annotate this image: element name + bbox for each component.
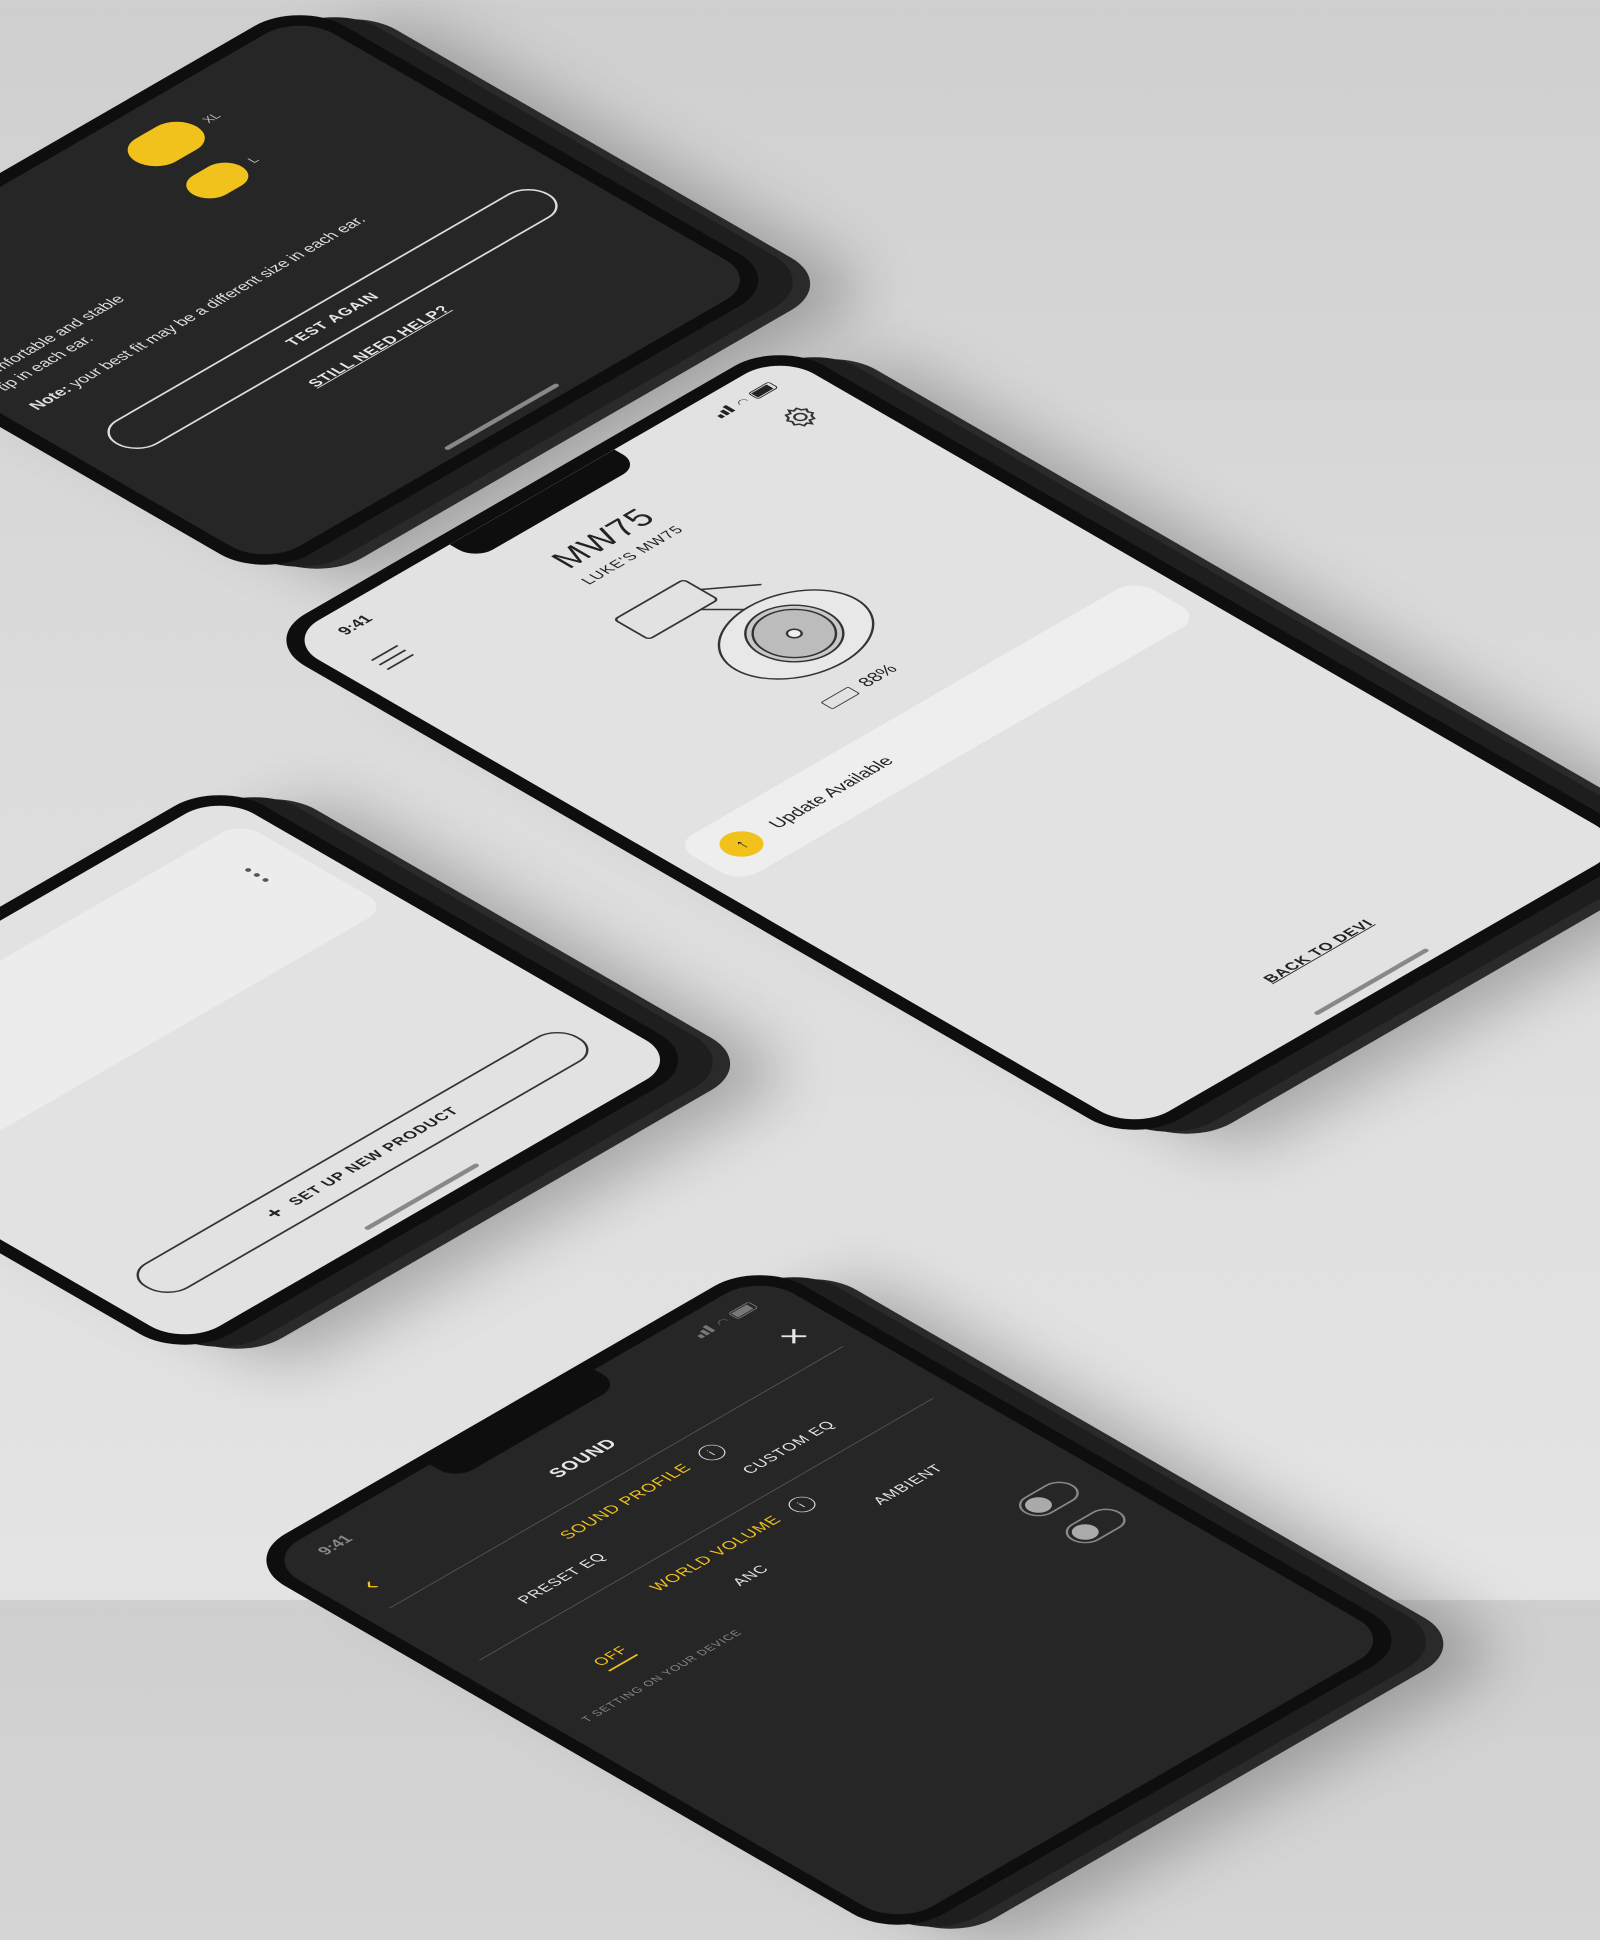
home-indicator [1313,947,1430,1016]
toggle-switch[interactable] [1057,1503,1134,1548]
toggle-switch[interactable] [1010,1476,1087,1521]
info-icon[interactable]: i [782,1493,821,1516]
upload-icon: ↑ [710,825,773,862]
update-label: Update Available [763,753,898,831]
battery-icon [819,686,860,710]
anc-options: OFF ANC AMBIENT [534,1430,1008,1703]
status-time: 9:41 [314,1532,357,1558]
divider [479,1397,934,1661]
info-icon[interactable]: i [692,1441,731,1464]
tip-size-xl: XL [199,110,224,125]
battery-percent: 88% [853,661,902,690]
plus-icon: + [258,1202,292,1223]
home-indicator [443,382,561,451]
wifi-icon: ◠ [732,395,754,409]
anc-option[interactable]: ANC [729,1563,779,1592]
off-option[interactable]: OFF [589,1643,639,1672]
wifi-icon: ◠ [712,1315,734,1329]
status-icons: ◠ [710,380,781,421]
tip-size-l: L [244,154,263,165]
signal-icon [690,1323,721,1341]
device-setting-note: T SETTING ON YOUR DEVICE [579,1628,746,1724]
more-options-icon[interactable] [243,867,275,885]
signal-icon [710,403,741,421]
ear-tip-xl-icon[interactable] [116,114,217,173]
ear-tip-l-icon[interactable] [176,156,259,204]
list-phone: ected + SET UP NEW PRODUCT [0,780,705,1360]
battery-status-icon [727,1301,759,1320]
set-up-label: SET UP NEW PRODUCT [284,1104,464,1208]
status-time: 9:41 [334,612,377,638]
device-card[interactable]: ected [0,821,388,1177]
note-label: Note: [25,383,77,413]
device-list-screen: ected + SET UP NEW PRODUCT [0,793,681,1346]
back-to-devices-link[interactable]: BACK TO DEVI [1064,804,1574,1098]
set-up-new-product-button[interactable]: + SET UP NEW PRODUCT [124,1024,601,1300]
status-icons: ◠ [690,1300,761,1341]
battery-status-icon [747,381,779,400]
sound-profile-label: SOUND PROFILE [556,1461,696,1542]
